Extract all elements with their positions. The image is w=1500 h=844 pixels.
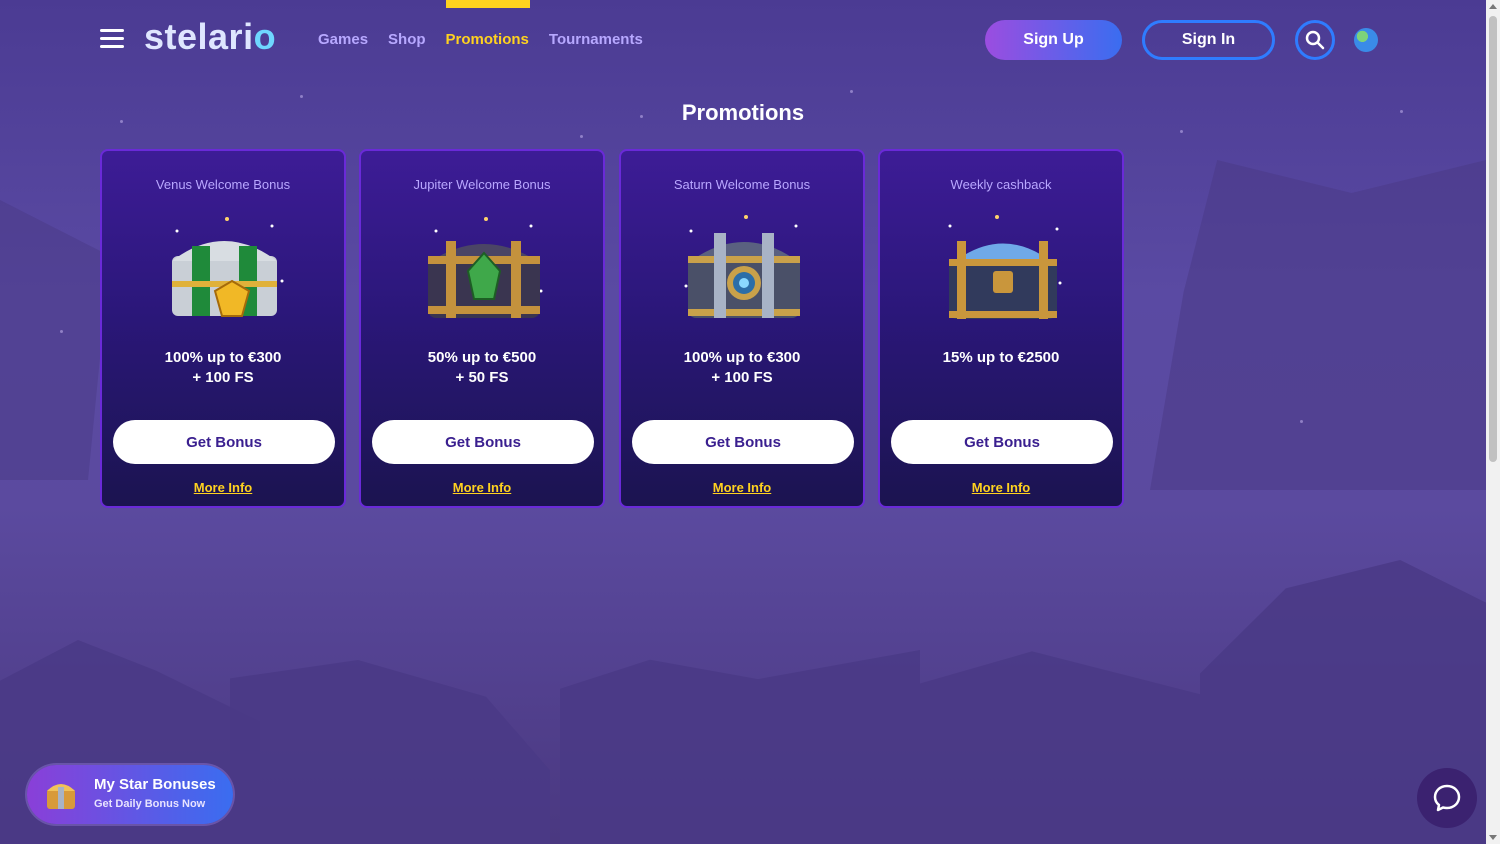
sign-in-button[interactable]: Sign In [1142, 20, 1275, 60]
scroll-up-arrow-icon[interactable] [1489, 4, 1497, 9]
live-chat-button[interactable] [1417, 768, 1477, 828]
top-header: stelario Games Shop Promotions Tournamen… [0, 0, 1486, 80]
logo[interactable]: stelario [144, 16, 276, 58]
active-nav-indicator [446, 0, 530, 8]
card-offer: 15% up to €2500 [942, 349, 1060, 366]
nav-shop[interactable]: Shop [388, 31, 426, 48]
card-offer: 100% up to €300 + 100 FS [683, 349, 801, 386]
get-bonus-button[interactable]: Get Bonus [891, 420, 1113, 464]
promo-card-weekly-cashback: Weekly cashback 15% up to €2500 Get Bonu… [878, 149, 1124, 508]
treasure-chest-icon [948, 215, 1062, 319]
card-offer: 50% up to €500 + 50 FS [427, 349, 537, 386]
treasure-chest-icon [428, 217, 543, 318]
scrollbar-thumb[interactable] [1489, 16, 1497, 462]
nav-tournaments[interactable]: Tournaments [549, 31, 643, 48]
search-icon [1305, 30, 1325, 50]
promo-card-saturn: Saturn Welcome Bonus 100% up to €300 + 1… [619, 149, 865, 508]
scroll-down-arrow-icon[interactable] [1489, 835, 1497, 840]
search-button[interactable] [1295, 20, 1335, 60]
more-info-link[interactable]: More Info [621, 480, 863, 495]
menu-icon[interactable] [100, 29, 124, 51]
chat-icon [1433, 784, 1461, 812]
more-info-link[interactable]: More Info [102, 480, 344, 495]
card-title: Venus Welcome Bonus [155, 177, 291, 192]
promo-card-jupiter: Jupiter Welcome Bonus 50% up to €500 + 5… [359, 149, 605, 508]
more-info-link[interactable]: More Info [880, 480, 1122, 495]
page-scrollbar[interactable] [1486, 0, 1500, 844]
get-bonus-button[interactable]: Get Bonus [632, 420, 854, 464]
my-star-bonuses-button[interactable]: My Star Bonuses Get Daily Bonus Now [27, 765, 233, 824]
nav-promotions[interactable]: Promotions [446, 31, 529, 48]
card-offer: 100% up to €300 + 100 FS [164, 349, 282, 386]
nav-games[interactable]: Games [318, 31, 368, 48]
treasure-chest-icon [684, 215, 800, 318]
card-title: Jupiter Welcome Bonus [413, 177, 551, 192]
get-bonus-button[interactable]: Get Bonus [113, 420, 335, 464]
star-bonus-title: My Star Bonuses [94, 776, 216, 793]
get-bonus-button[interactable]: Get Bonus [372, 420, 594, 464]
gift-chest-icon [47, 784, 75, 809]
globe-icon[interactable] [1354, 28, 1378, 52]
more-info-link[interactable]: More Info [361, 480, 603, 495]
sign-up-button[interactable]: Sign Up [985, 20, 1122, 60]
main-nav: Games Shop Promotions Tournaments [318, 31, 643, 48]
promo-card-venus: Venus Welcome Bonus 100% up to €300 + 10… [100, 149, 346, 508]
treasure-chest-icon [172, 217, 284, 317]
page-title: Promotions [681, 100, 805, 125]
star-bonus-subtitle: Get Daily Bonus Now [94, 798, 206, 810]
card-title: Saturn Welcome Bonus [673, 177, 811, 192]
card-title: Weekly cashback [950, 177, 1052, 192]
